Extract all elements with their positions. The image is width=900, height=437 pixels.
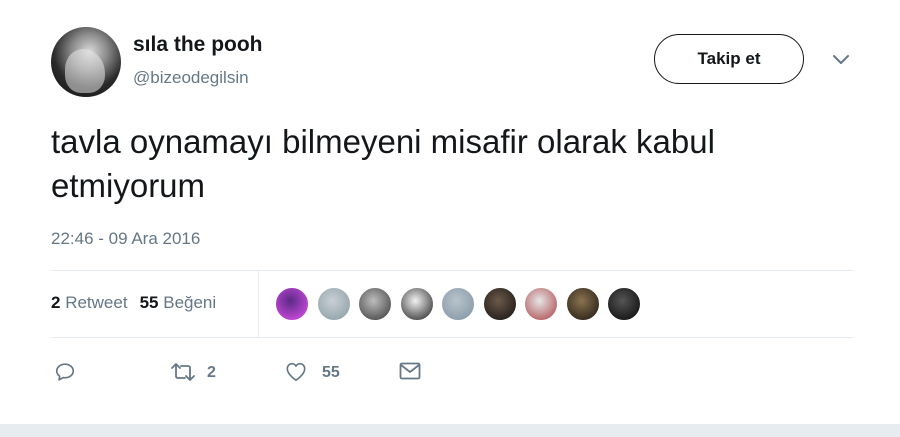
tweet-text: tavla oynamayı bilmeyeni misafir olarak … xyxy=(51,123,715,204)
liker-avatar[interactable] xyxy=(565,287,600,321)
page-bottom-strip xyxy=(0,424,900,437)
liker-avatars xyxy=(275,287,649,321)
liker-avatar[interactable] xyxy=(399,287,434,321)
author-avatar[interactable] xyxy=(51,27,121,97)
tweet-stats: 2 Retweet 55 Beğeni xyxy=(51,293,216,313)
tweet-timestamp[interactable]: 22:46 - 09 Ara 2016 xyxy=(51,229,200,249)
follow-button[interactable]: Takip et xyxy=(654,34,804,84)
retweet-stat-label: Retweet xyxy=(65,293,128,312)
author-display-name[interactable]: sıla the pooh xyxy=(133,33,263,57)
liker-avatar[interactable] xyxy=(524,287,558,321)
divider-top xyxy=(51,270,854,271)
retweet-stat[interactable]: 2 Retweet xyxy=(51,293,128,312)
chevron-down-icon[interactable] xyxy=(831,52,851,66)
like-stat-label: Beğeni xyxy=(163,293,217,312)
author-handle[interactable]: @bizeodegilsin xyxy=(133,68,249,88)
liker-avatar[interactable] xyxy=(358,287,392,321)
retweet-action-count: 2 xyxy=(207,364,216,381)
liker-avatar[interactable] xyxy=(607,287,641,321)
envelope-icon[interactable] xyxy=(399,362,421,380)
heart-icon[interactable] xyxy=(285,361,307,382)
reply-icon[interactable] xyxy=(54,361,76,383)
stats-separator xyxy=(258,271,259,337)
liker-avatar[interactable] xyxy=(275,287,309,321)
like-stat[interactable]: 55 Beğeni xyxy=(140,293,217,312)
liker-avatar[interactable] xyxy=(316,287,351,321)
divider-bottom xyxy=(51,337,854,338)
retweet-stat-count: 2 xyxy=(51,293,61,312)
like-stat-count: 55 xyxy=(139,293,159,312)
liker-avatar[interactable] xyxy=(482,287,517,321)
like-action-count: 55 xyxy=(322,364,340,381)
retweet-icon[interactable] xyxy=(170,361,196,383)
liker-avatar[interactable] xyxy=(441,287,475,321)
